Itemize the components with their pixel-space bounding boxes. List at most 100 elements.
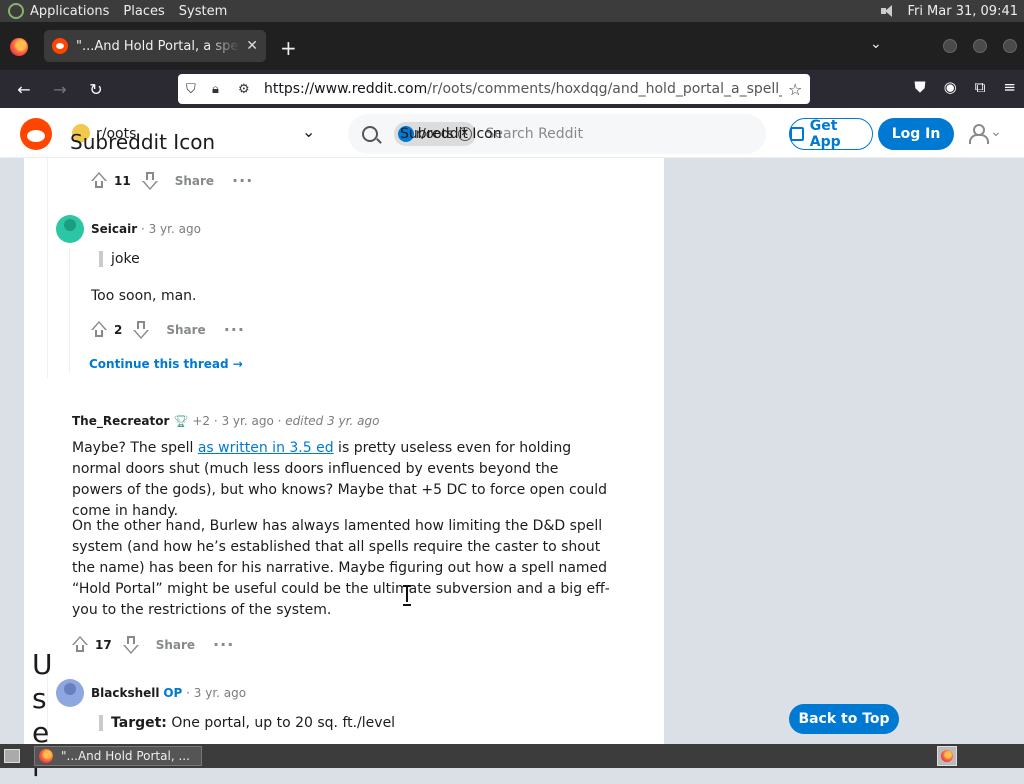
thread-line[interactable] [69,248,70,373]
continue-thread-label: Continue this thread [89,357,229,371]
show-desktop-icon[interactable] [4,749,20,763]
subreddit-dropdown-chevron-icon[interactable]: ⌄ [302,122,315,141]
bookmark-star-icon[interactable]: ☆ [788,80,802,99]
thread-line[interactable] [47,158,48,378]
distro-logo-icon[interactable] [8,3,24,19]
user-menu-button[interactable]: ⌄ [968,124,1002,144]
tab-reddit-thread[interactable]: "...And Hold Portal, a spell th ✕ [44,30,266,62]
reddit-favicon-icon [52,38,68,54]
browser-nav-bar: ← → ↻ ⛉ 🔒︎ ⚙︎ https://www.reddit.com/r/o… [0,70,1024,108]
tab-title: "...And Hold Portal, a spell th [76,38,240,54]
chevron-down-icon: ⌄ [990,124,1002,140]
get-app-label: Get App [809,118,841,150]
get-app-button[interactable]: Get App [789,118,873,150]
blockquote: joke [99,251,140,267]
srd-link[interactable]: as written in 3.5 ed [198,440,334,456]
clock[interactable]: Fri Mar 31, 09:41 [907,4,1018,19]
taskbar-window-firefox[interactable]: "...And Hold Portal, ... [34,746,202,766]
sidebar-area [664,158,1024,744]
applications-menu[interactable]: Applications [30,4,109,19]
hamburger-menu-icon[interactable]: ≡ [1003,78,1016,96]
url-path: /r/oots/comments/hoxdqg/and_hold_portal_… [427,81,782,97]
more-options-icon[interactable]: ··· [224,320,245,339]
url-domain: https://www.reddit.com [264,81,428,97]
maximize-window-button[interactable] [973,39,987,53]
back-arrow-icon[interactable]: ← [6,80,42,99]
comment-author[interactable]: The_Recreator [72,414,169,428]
comment-paragraph: On the other hand, Burlew has always lam… [72,518,610,618]
browser-tab-bar: "...And Hold Portal, a spell th ✕ + ⌄ [0,22,1024,70]
qr-code-icon [790,127,804,141]
comments-panel: 11 Share ··· Seicair · 3 yr. ago joke To… [24,158,664,744]
vote-score: 2 [114,322,123,337]
paragraph-text: Maybe? The spell [72,440,198,456]
forward-arrow-icon[interactable]: → [42,80,78,99]
user-icon [968,124,989,144]
comment-text: Too soon, man. [91,288,197,304]
award-count[interactable]: +2 [192,414,210,428]
more-options-icon[interactable]: ··· [232,171,253,190]
minimize-window-button[interactable] [943,39,957,53]
new-tab-button[interactable]: + [280,36,297,60]
upvote-icon[interactable] [90,171,108,190]
workspace-firefox-icon[interactable] [937,746,957,766]
downvote-icon[interactable] [132,320,150,339]
blockquote: Target: One portal, up to 20 sq. ft./lev… [99,715,395,731]
more-options-icon[interactable]: ··· [213,635,234,654]
comment-paragraph: Maybe? The spell as written in 3.5 ed is… [72,438,612,522]
volume-icon[interactable] [881,4,897,18]
share-button[interactable]: Share [175,174,214,188]
url-bar[interactable]: ⛉ 🔒︎ ⚙︎ https://www.reddit.com/r/oots/co… [178,74,810,104]
target-label: Target: [111,715,167,731]
reload-icon[interactable]: ↻ [78,80,114,99]
account-icon[interactable]: ◉ [944,78,957,96]
share-button[interactable]: Share [156,638,195,652]
reddit-logo-icon[interactable] [20,118,52,150]
bottom-taskbar: "...And Hold Portal, ... [0,744,1024,768]
subreddit-icon-alt-text: Subreddit Icon [70,130,216,154]
upvote-icon[interactable] [90,320,108,339]
comment-meta: Blackshell OP · 3 yr. ago [91,686,247,700]
firefox-view-icon[interactable] [10,38,28,56]
chip-icon-alt-text: Subreddit Icon [400,126,502,142]
firefox-icon [39,749,53,763]
comment-author[interactable]: Seicair [91,222,137,236]
vote-score: 17 [95,637,112,652]
comment-edited: edited 3 yr. ago [285,414,380,428]
comment-actions: 2 Share ··· [90,320,245,339]
close-window-button[interactable] [1003,39,1017,53]
login-button[interactable]: Log In [878,118,954,150]
pocket-icon[interactable]: ⛊ [914,78,925,96]
comment-age[interactable]: 3 yr. ago [221,414,273,428]
comment-meta: Seicair · 3 yr. ago [91,222,201,236]
arrow-right-icon: → [232,357,243,371]
comment-age[interactable]: 3 yr. ago [149,222,201,236]
target-text: One portal, up to 20 sq. ft./level [166,715,396,731]
close-tab-icon[interactable]: ✕ [246,38,258,54]
comment-author[interactable]: Blackshell [91,686,160,700]
avatar[interactable] [56,215,84,243]
vote-score: 11 [114,173,131,188]
taskbar-window-title: "...And Hold Portal, ... [61,749,190,763]
url-text[interactable]: https://www.reddit.com/r/oots/comments/h… [264,81,782,97]
extensions-icon[interactable]: ⧉ [975,78,986,96]
search-icon [362,126,378,142]
continue-thread-link[interactable]: Continue this thread → [89,357,243,371]
avatar[interactable] [56,679,84,707]
permissions-icon[interactable]: ⚙︎ [238,82,252,97]
places-menu[interactable]: Places [123,4,164,19]
upvote-icon[interactable] [71,635,89,654]
downvote-icon[interactable] [141,171,159,190]
list-all-tabs-chevron-icon[interactable]: ⌄ [870,36,882,52]
system-menu[interactable]: System [179,4,227,19]
comment-actions: 11 Share ··· [90,171,253,190]
comment-actions: 17 Share ··· [71,635,234,654]
downvote-icon[interactable] [122,635,140,654]
lock-icon[interactable]: 🔒︎ [212,82,226,97]
award-icon[interactable]: 🏆︎ [173,414,188,428]
back-to-top-button[interactable]: Back to Top [789,704,899,734]
share-button[interactable]: Share [166,323,205,337]
tracking-protection-shield-icon[interactable]: ⛉ [186,82,200,97]
comment-age[interactable]: 3 yr. ago [194,686,246,700]
text-cursor-icon [403,585,411,606]
